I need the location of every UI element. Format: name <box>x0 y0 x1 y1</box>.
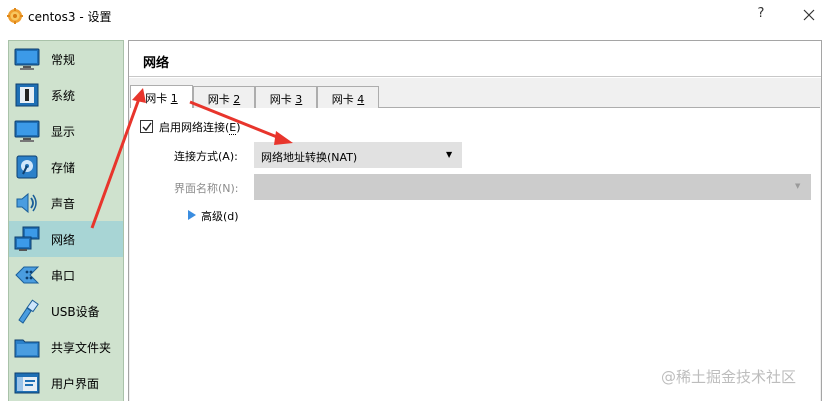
user-interface-icon <box>14 372 40 394</box>
checkmark-icon <box>142 122 152 132</box>
sidebar-item-label: USB设备 <box>51 305 100 319</box>
sidebar-item-shared-folders[interactable]: 共享文件夹 <box>9 329 123 365</box>
sidebar-item-serial[interactable]: 串口 <box>9 257 123 293</box>
sidebar-item-label: 存储 <box>51 161 76 175</box>
close-icon[interactable] <box>798 6 820 26</box>
help-button[interactable]: ? <box>752 6 770 26</box>
interface-name-select: ▼ <box>254 174 811 200</box>
page-header: 网络 <box>129 41 821 77</box>
sidebar-item-usb[interactable]: USB设备 <box>9 293 123 329</box>
sidebar-item-label: 显示 <box>51 125 76 139</box>
enable-adapter-label[interactable]: 启用网络连接(E) <box>159 119 241 135</box>
expand-triangle-icon[interactable] <box>187 210 197 220</box>
system-chip-icon <box>15 83 39 107</box>
sidebar-item-display[interactable]: 显示 <box>9 113 123 149</box>
serial-port-icon <box>15 266 40 284</box>
sidebar-item-audio[interactable]: 声音 <box>9 185 123 221</box>
tab-adapter-1[interactable]: 网卡 1 <box>130 85 193 108</box>
storage-disk-icon <box>16 155 38 179</box>
interface-name-label: 界面名称(N): <box>174 182 239 195</box>
shared-folder-icon <box>14 339 40 358</box>
sidebar-item-network[interactable]: 网络 <box>9 221 123 257</box>
usb-icon <box>18 299 39 324</box>
sidebar-item-storage[interactable]: 存储 <box>9 149 123 185</box>
attached-to-value: 网络地址转换(NAT) <box>261 151 358 164</box>
title-bar: centos3 - 设置 ? <box>0 0 831 32</box>
tab-adapter-3[interactable]: 网卡 3 <box>255 86 317 108</box>
network-icon <box>14 226 40 251</box>
watermark: @稀土掘金技术社区 <box>661 368 797 386</box>
advanced-toggle-label[interactable]: 高级(d) <box>201 208 239 224</box>
sidebar-item-system[interactable]: 系统 <box>9 77 123 113</box>
tab-adapter-2[interactable]: 网卡 2 <box>193 86 255 108</box>
sidebar-item-label: 网络 <box>51 233 76 247</box>
virtualbox-gear-icon <box>7 8 23 24</box>
settings-sidebar: 常规 系统 显示 存储 声音 网络 串口 USB设备 共享文件夹 用户界面 <box>8 40 124 401</box>
chevron-down-icon: ▼ <box>795 182 801 190</box>
display-monitor-icon <box>14 120 40 142</box>
sidebar-item-user-interface[interactable]: 用户界面 <box>9 365 123 401</box>
attached-to-select[interactable]: 网络地址转换(NAT) ▼ <box>254 142 462 168</box>
sidebar-item-label: 共享文件夹 <box>51 341 112 355</box>
window-title: centos3 - 设置 <box>28 10 112 24</box>
sidebar-item-label: 常规 <box>51 53 76 67</box>
sidebar-item-label: 声音 <box>51 197 76 211</box>
page-title: 网络 <box>143 56 170 71</box>
sidebar-item-label: 用户界面 <box>51 377 100 391</box>
sidebar-item-label: 串口 <box>51 269 76 283</box>
speaker-icon <box>16 192 37 214</box>
attached-to-label: 连接方式(A): <box>174 150 238 163</box>
tab-adapter-4[interactable]: 网卡 4 <box>317 86 379 108</box>
chevron-down-icon: ▼ <box>446 150 453 159</box>
enable-adapter-checkbox[interactable] <box>140 120 153 133</box>
sidebar-item-general[interactable]: 常规 <box>9 41 123 77</box>
sidebar-item-label: 系统 <box>51 89 76 103</box>
general-monitor-icon <box>14 48 40 70</box>
